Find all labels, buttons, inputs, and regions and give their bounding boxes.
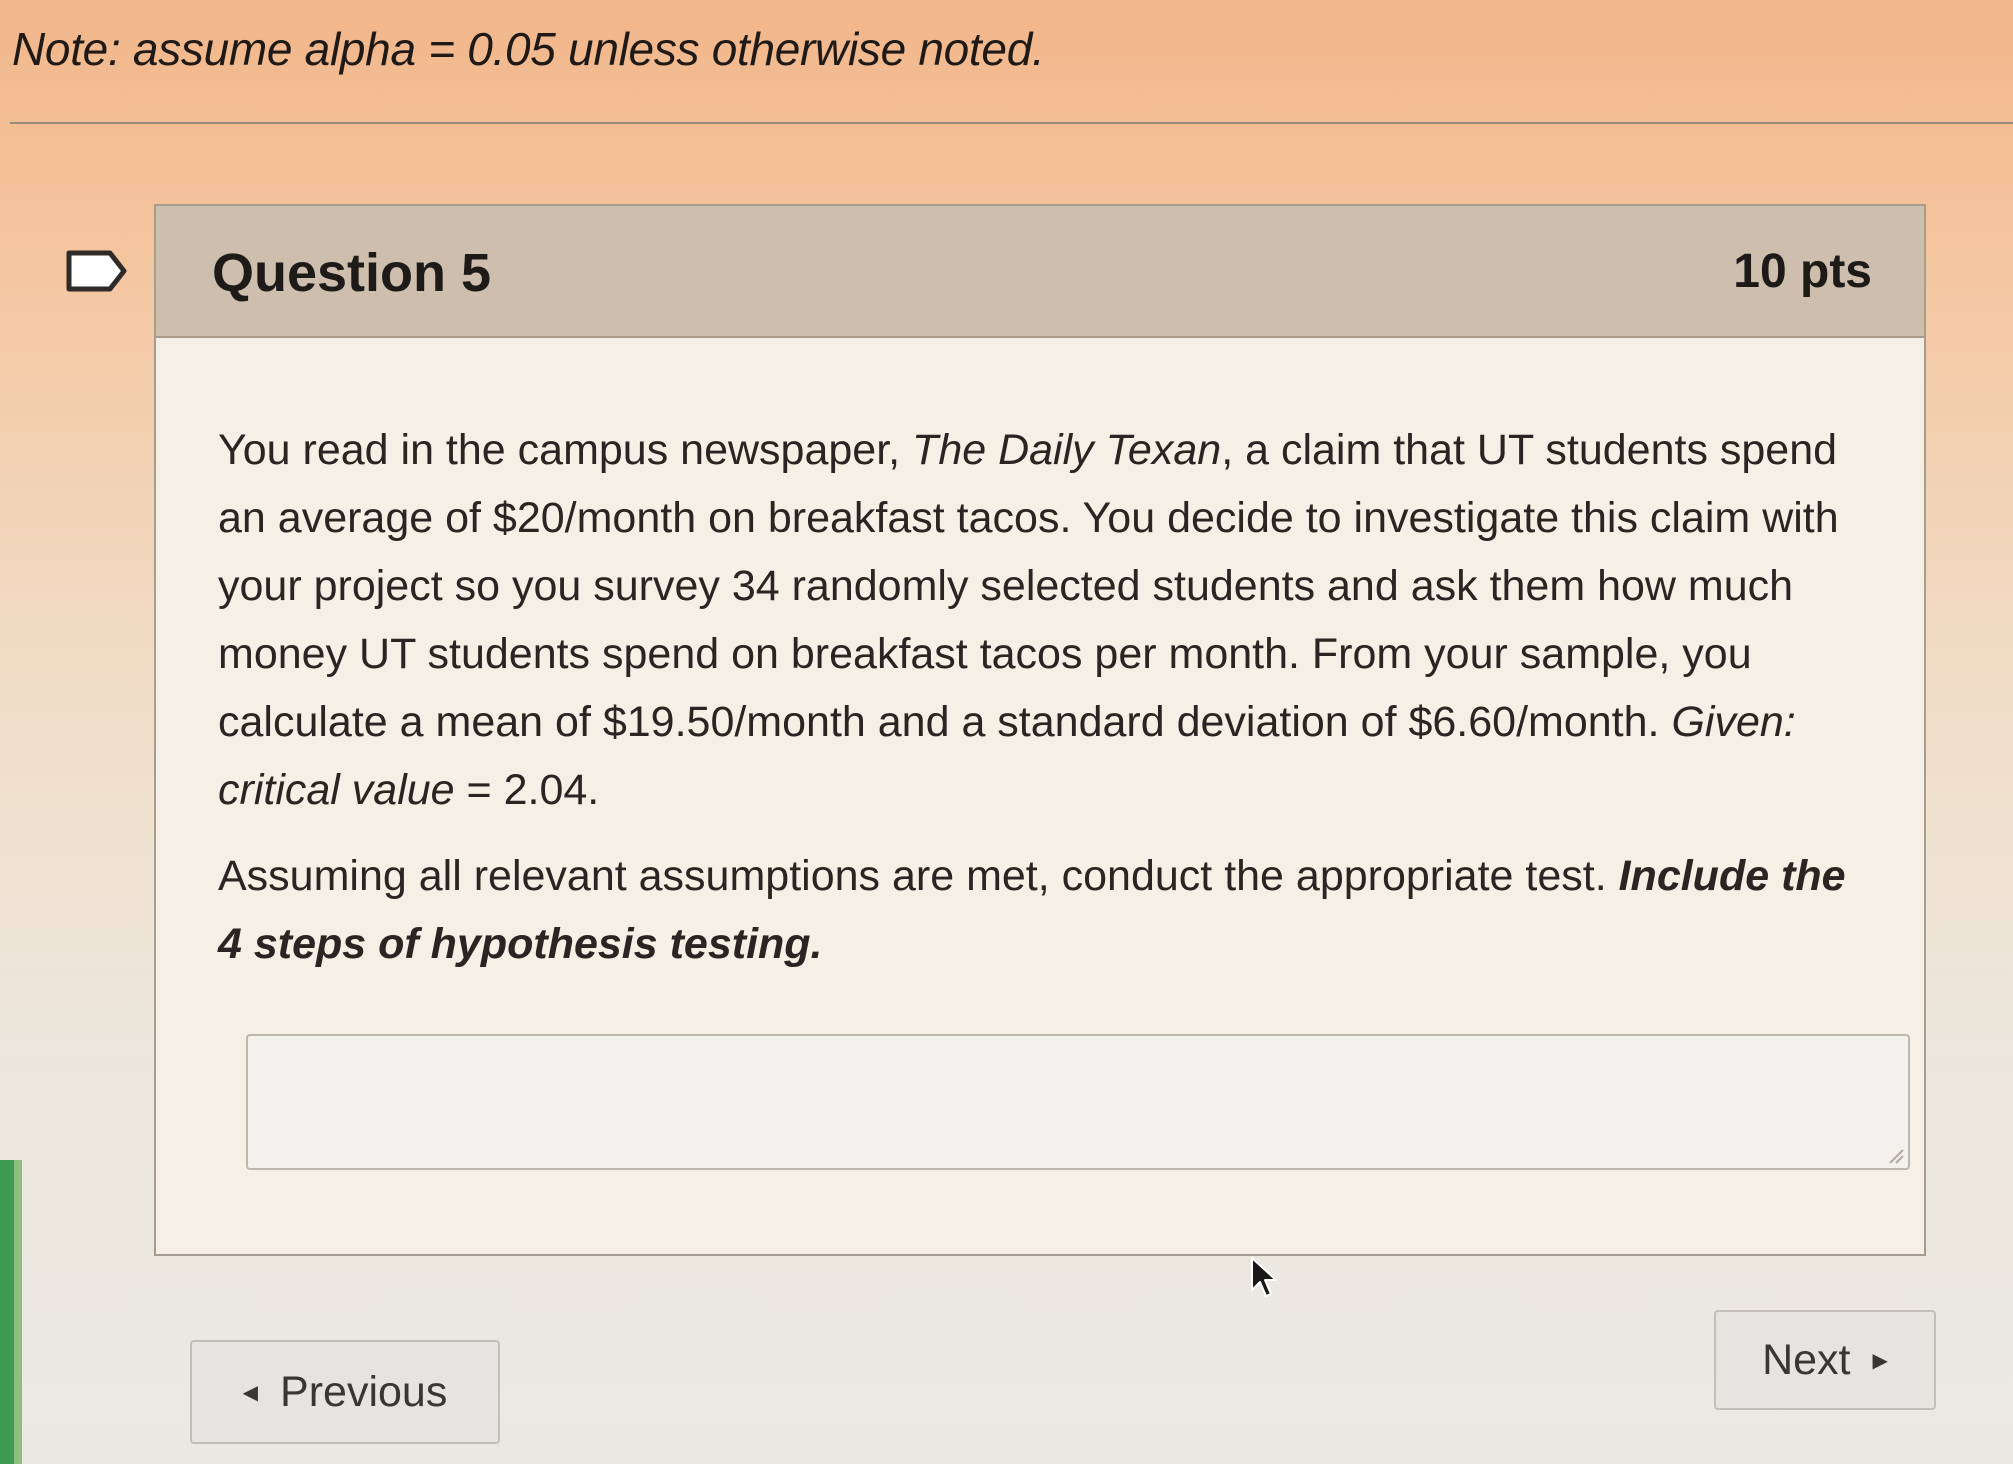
question-card: Question 5 10 pts You read in the campus… [154, 204, 1926, 1256]
question-paragraph-2: Assuming all relevant assumptions are me… [218, 842, 1878, 978]
triangle-right-icon: ▶ [1872, 1349, 1888, 1372]
question-text-part: , a claim that UT students spend an aver… [218, 426, 1839, 746]
instruction-text: Assuming all relevant assumptions are me… [218, 852, 1619, 900]
triangle-left-icon: ◀ [242, 1381, 259, 1404]
question-text: You read in the campus newspaper, The Da… [218, 416, 1878, 996]
given-value: = 2.04. [454, 766, 600, 814]
answer-input[interactable] [246, 1034, 1910, 1170]
previous-label: Previous [280, 1367, 448, 1416]
next-label: Next [1762, 1335, 1851, 1384]
divider [10, 122, 2013, 124]
previous-button[interactable]: ◀ Previous [190, 1340, 500, 1444]
next-button[interactable]: Next ▶ [1714, 1310, 1936, 1410]
left-edge-strip [0, 1160, 22, 1464]
resize-handle-icon[interactable] [1886, 1146, 1904, 1164]
newspaper-name: The Daily Texan [912, 426, 1222, 474]
mouse-pointer-icon [1251, 1257, 1277, 1297]
question-header: Question 5 10 pts [156, 206, 1924, 338]
question-title: Question 5 [212, 243, 492, 303]
question-points: 10 pts [1733, 245, 1872, 298]
question-text-part: You read in the campus newspaper, [218, 426, 913, 474]
assumption-note: Note: assume alpha = 0.05 unless otherwi… [12, 23, 1045, 75]
flag-question-icon[interactable] [66, 250, 128, 292]
question-paragraph-1: You read in the campus newspaper, The Da… [218, 416, 1878, 824]
